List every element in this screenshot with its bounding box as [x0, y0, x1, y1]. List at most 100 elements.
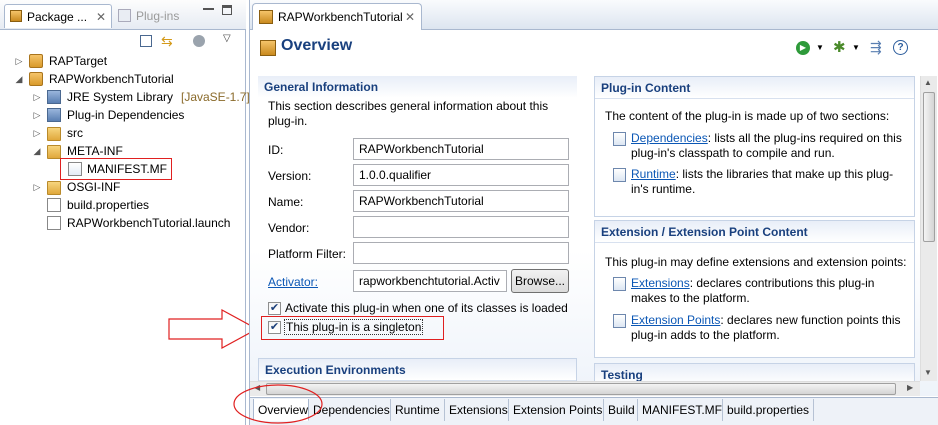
expand-icon[interactable]: ▷ [32, 92, 42, 102]
platform-filter-label: Platform Filter: [268, 247, 347, 261]
tab-build-properties[interactable]: build.properties [723, 399, 814, 421]
tree-item-label: OSGI-INF [67, 180, 121, 194]
activator-link[interactable]: Activator: [268, 275, 318, 289]
tree-item-label: JRE System Library [67, 90, 174, 104]
extensions-page-icon [613, 277, 626, 291]
close-icon[interactable]: ✕ [405, 4, 415, 30]
general-information-section: General Information This section describ… [258, 76, 577, 349]
run-icon[interactable]: ▶ [796, 41, 810, 55]
tree-item-label: Plug-in Dependencies [67, 108, 185, 122]
folder-icon [47, 181, 61, 195]
collapse-icon[interactable]: ◢ [32, 146, 42, 156]
scroll-right-icon[interactable]: ▶ [907, 383, 913, 392]
extension-points-link[interactable]: Extension Points [631, 313, 720, 327]
package-explorer-panel: Package ... ✕ Plug-ins ⇆ ▽ ▷ RAPTarget ◢… [0, 0, 259, 425]
vertical-scroll-thumb[interactable] [923, 92, 935, 242]
runtime-description: Runtime: lists the libraries that make u… [631, 167, 901, 197]
annotation-ellipse [233, 384, 323, 424]
launch-file-icon [47, 216, 61, 230]
tab-plugins[interactable]: Plug-ins [116, 4, 192, 28]
plugin-overview-icon [260, 40, 276, 56]
tree-item-label: RAPWorkbenchTutorial.launch [67, 216, 231, 230]
tab-package-explorer-label: Package ... [27, 10, 88, 24]
section-header: Execution Environments [259, 359, 576, 381]
tree-item-manifest-mf[interactable]: MANIFEST.MF [60, 158, 172, 180]
section-title: General Information [264, 80, 379, 94]
manifest-editor: RAPWorkbenchTutorial ✕ Overview ▶ ▼ ✱ ▼ … [233, 0, 938, 425]
tab-build[interactable]: Build [604, 399, 638, 421]
extension-content-section: Extension / Extension Point Content This… [594, 220, 915, 358]
dependencies-link[interactable]: Dependencies [631, 131, 708, 145]
library-icon [47, 90, 61, 104]
view-menu-icon[interactable]: ▽ [223, 33, 231, 44]
overview-page: Overview ▶ ▼ ✱ ▼ ⇶ ? General Information… [250, 31, 938, 396]
library-icon [47, 108, 61, 122]
plugin-manifest-icon [259, 10, 273, 24]
plugin-project-icon [29, 72, 43, 86]
tree-item-label: RAPWorkbenchTutorial [49, 72, 174, 86]
section-header: Extension / Extension Point Content [595, 221, 914, 243]
package-explorer-icon [10, 10, 22, 22]
tree-item-decoration: [JavaSE-1.7] [181, 90, 250, 104]
version-field[interactable]: 1.0.0.qualifier [353, 164, 569, 186]
vertical-scrollbar[interactable]: ▲ ▼ [920, 76, 937, 381]
view-tab-bar: Package ... ✕ Plug-ins [0, 0, 246, 30]
activator-field[interactable]: rapworkbenchtutorial.Activ [353, 270, 507, 292]
scroll-down-icon[interactable]: ▼ [924, 368, 932, 377]
section-title: Testing [601, 368, 643, 382]
editor-page-tabs: Overview Dependencies Runtime Extensions… [250, 397, 938, 425]
section-title: Plug-in Content [601, 81, 691, 95]
extension-points-description: Extension Points: declares new function … [631, 313, 911, 343]
id-label: ID: [268, 143, 284, 157]
vendor-field[interactable] [353, 216, 569, 238]
properties-file-icon [47, 198, 61, 212]
page-title: Overview [281, 37, 353, 54]
export-wizard-icon[interactable]: ⇶ [870, 39, 882, 56]
horizontal-scroll-thumb[interactable] [266, 383, 896, 395]
chevron-down-icon[interactable]: ▼ [852, 43, 860, 52]
chevron-down-icon[interactable]: ▼ [816, 43, 824, 52]
collapse-all-icon[interactable] [140, 35, 152, 47]
platform-filter-field[interactable] [353, 242, 569, 264]
section-title: Extension / Extension Point Content [601, 225, 808, 239]
scroll-up-icon[interactable]: ▲ [924, 78, 932, 87]
id-field[interactable]: RAPWorkbenchTutorial [353, 138, 569, 160]
tab-extension-points[interactable]: Extension Points [509, 399, 604, 421]
expand-icon[interactable]: ▷ [32, 110, 42, 120]
browse-button[interactable]: Browse... [511, 269, 569, 293]
expand-icon[interactable]: ▷ [32, 128, 42, 138]
extension-content-intro: This plug-in may define extensions and e… [605, 255, 907, 269]
singleton-checkbox[interactable]: ✔ [268, 321, 281, 334]
expand-icon[interactable]: ▷ [32, 182, 42, 192]
tab-manifest-mf[interactable]: MANIFEST.MF [638, 399, 723, 421]
help-icon[interactable]: ? [893, 40, 908, 55]
annotation-arrow [168, 309, 259, 349]
version-label: Version: [268, 169, 312, 183]
expand-icon[interactable]: ▷ [14, 56, 24, 66]
tab-package-explorer[interactable]: Package ... ✕ [4, 4, 112, 28]
tab-extensions[interactable]: Extensions [445, 399, 509, 421]
link-with-editor-icon[interactable]: ⇆ [161, 33, 173, 50]
collapse-icon[interactable]: ◢ [14, 74, 24, 84]
singleton-checkbox-label: This plug-in is a singleton [284, 319, 424, 335]
horizontal-scrollbar[interactable]: ◀ ▶ [250, 381, 920, 396]
editor-tab-rapworkbenchtutorial[interactable]: RAPWorkbenchTutorial ✕ [252, 3, 422, 30]
name-field[interactable]: RAPWorkbenchTutorial [353, 190, 569, 212]
tab-runtime[interactable]: Runtime [391, 399, 445, 421]
folder-open-icon [47, 145, 61, 159]
source-folder-icon [47, 127, 61, 141]
debug-icon[interactable]: ✱ [833, 38, 846, 56]
focus-task-icon[interactable] [193, 35, 205, 47]
activate-checkbox[interactable]: ✔ [268, 302, 281, 315]
editor-tab-label: RAPWorkbenchTutorial [278, 10, 403, 24]
activate-checkbox-label: Activate this plug-in when one of its cl… [285, 301, 568, 315]
runtime-link[interactable]: Runtime [631, 167, 676, 181]
runtime-page-icon [613, 168, 626, 182]
minimize-icon[interactable] [203, 8, 214, 10]
tree-item-label: MANIFEST.MF [87, 162, 167, 176]
extensions-link[interactable]: Extensions [631, 276, 690, 290]
section-header: Plug-in Content [595, 77, 914, 99]
close-icon[interactable]: ✕ [96, 5, 106, 29]
plugin-content-section: Plug-in Content The content of the plug-… [594, 76, 915, 217]
maximize-icon[interactable] [222, 5, 232, 15]
